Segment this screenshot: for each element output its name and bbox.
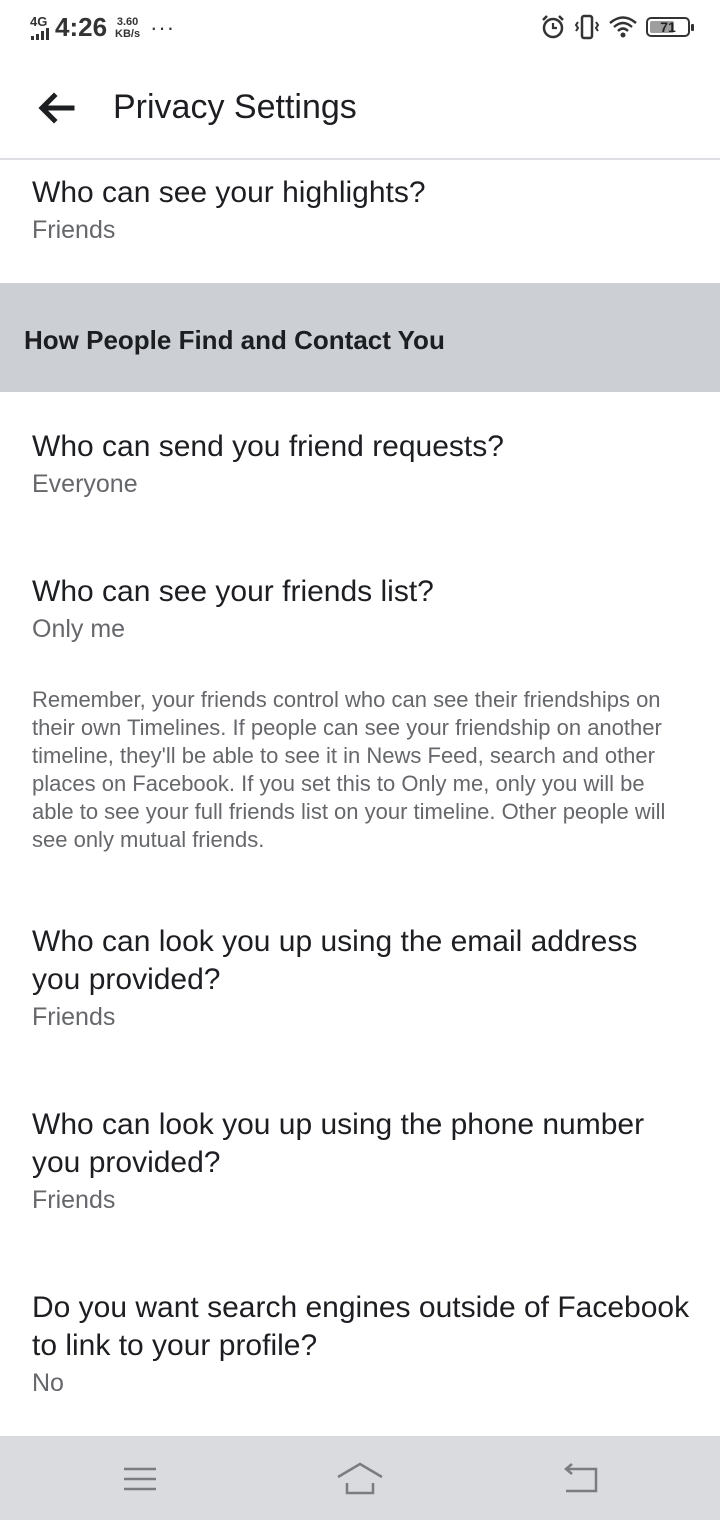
setting-value: Friends [32, 1003, 116, 1031]
battery-icon: 71 [646, 17, 694, 37]
setting-search-engines[interactable]: Do you want search engines outside of Fa… [32, 1289, 690, 1399]
clock: 4:26 [55, 12, 108, 42]
app-header: Privacy Settings [0, 56, 720, 160]
setting-question: Who can look you up using the phone numb… [32, 1108, 645, 1179]
vibrate-icon [574, 14, 600, 40]
settings-list: Who can see your highlights? Friends How… [0, 160, 720, 1436]
home-button[interactable] [335, 1454, 385, 1504]
setting-value: No [32, 1369, 64, 1397]
alarm-icon [542, 15, 564, 39]
network-speed: 3.60 KB/s [115, 16, 140, 40]
setting-question: Who can see your highlights? [32, 176, 426, 209]
nav-back-button[interactable] [555, 1454, 605, 1504]
home-icon [337, 1462, 383, 1495]
speed-value: 3.60 [116, 15, 139, 28]
back-button[interactable] [36, 88, 76, 128]
setting-question: Who can see your friends list? [32, 575, 434, 608]
setting-value: Friends [32, 216, 116, 244]
network-indicator: 4G [30, 13, 49, 40]
page-title: Privacy Settings [113, 88, 357, 126]
setting-friends-list[interactable]: Who can see your friends list? Only me [32, 573, 690, 645]
setting-friend-requests[interactable]: Who can send you friend requests? Everyo… [32, 428, 690, 500]
more-notifications-icon: ··· [150, 14, 176, 40]
section-header: How People Find and Contact You [0, 283, 720, 392]
back-arrow-icon [38, 92, 75, 124]
setting-highlights[interactable]: Who can see your highlights? Friends [32, 174, 690, 246]
section-title: How People Find and Contact You [24, 325, 445, 355]
menu-button[interactable] [115, 1454, 165, 1504]
setting-question: Who can send you friend requests? [32, 430, 504, 463]
nav-back-icon [564, 1463, 598, 1493]
navigation-bar [0, 1436, 720, 1520]
battery-level: 71 [660, 19, 676, 35]
setting-phone-lookup[interactable]: Who can look you up using the phone numb… [32, 1106, 690, 1216]
status-bar: 4G 4:26 3.60 KB/s ··· 71 [0, 0, 720, 56]
setting-value: Friends [32, 1186, 116, 1214]
network-type: 4G [30, 13, 48, 29]
setting-question: Who can look you up using the email addr… [32, 925, 638, 996]
setting-value: Only me [32, 615, 126, 643]
friends-list-note: Remember, your friends control who can s… [32, 687, 666, 852]
setting-question: Do you want search engines outside of Fa… [32, 1291, 690, 1362]
setting-email-lookup[interactable]: Who can look you up using the email addr… [32, 923, 690, 1033]
status-right: 71 [540, 14, 694, 40]
battery-cap [691, 24, 694, 31]
status-left: 4G 4:26 3.60 KB/s ··· [30, 12, 175, 43]
wifi-icon [609, 16, 637, 38]
speed-unit: KB/s [115, 27, 141, 40]
setting-value: Everyone [32, 470, 138, 498]
signal-icon [31, 27, 49, 40]
menu-icon [124, 1467, 156, 1491]
